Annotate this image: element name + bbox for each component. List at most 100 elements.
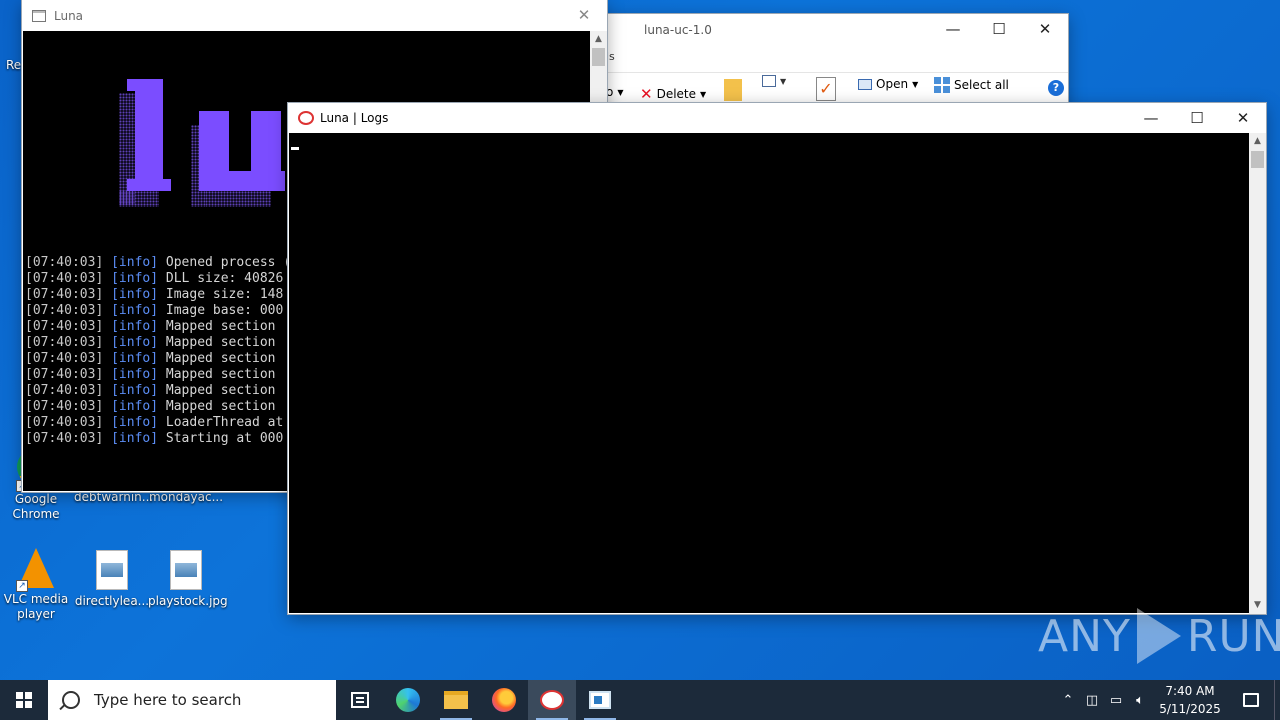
taskbar-search-box[interactable]: Type here to search [48, 680, 336, 720]
log-message: Image base: 000 [165, 303, 284, 318]
logs-titlebar[interactable]: Luna | Logs — ☐ ✕ [288, 103, 1266, 132]
log-timestamp: [07:40:03] [25, 335, 104, 350]
logo-letter-l [127, 79, 171, 191]
delete-button[interactable]: ✕ Delete ▼ [640, 85, 706, 103]
desktop-icon-directlylea[interactable]: directlylea... [74, 550, 150, 609]
logo-shadow [205, 191, 271, 207]
meet-now-icon[interactable]: ◫ [1080, 693, 1104, 708]
file-explorer-window[interactable]: luna-uc-1.0 — ☐ ✕ ls ? o ▼ ✕ Delete ▼ ▼ ✓ O… [606, 14, 1068, 114]
taskbar-edge[interactable] [384, 680, 432, 720]
select-all-icon [934, 77, 950, 93]
dropdown-icon: ▼ [700, 89, 707, 99]
log-timestamp: [07:40:03] [25, 319, 104, 334]
console-app-icon [589, 691, 611, 709]
search-placeholder: Type here to search [94, 691, 242, 709]
log-timestamp: [07:40:03] [25, 255, 104, 270]
open-button[interactable]: Open ▼ [858, 77, 918, 91]
log-message: Opened process ( [165, 255, 292, 270]
luna-app-icon [540, 690, 564, 710]
log-level: [info] [111, 303, 159, 318]
close-button[interactable]: ✕ [561, 0, 607, 30]
anyrun-watermark: ANY RUN [1038, 608, 1280, 664]
firefox-icon [492, 688, 516, 712]
new-folder-icon[interactable] [724, 79, 742, 101]
taskbar-file-explorer[interactable] [432, 680, 480, 720]
scroll-up-icon[interactable]: ▲ [1249, 133, 1266, 150]
taskbar-console[interactable] [576, 680, 624, 720]
log-message: Mapped section [165, 351, 284, 366]
scrollbar-thumb[interactable] [592, 48, 605, 66]
log-level: [info] [111, 383, 159, 398]
logs-console-output[interactable] [289, 133, 1249, 613]
taskbar-luna[interactable] [528, 680, 576, 720]
delete-x-icon: ✕ [640, 85, 653, 103]
vertical-scrollbar[interactable]: ▲ ▼ [1249, 133, 1266, 614]
edge-icon [396, 688, 420, 712]
play-logo-icon [1136, 608, 1181, 664]
log-line: [07:40:03] [info] Opened process ( [25, 255, 291, 271]
ribbon-tab-partial[interactable]: ls [606, 50, 615, 63]
log-timestamp: [07:40:03] [25, 383, 104, 398]
desktop-icon-label: directlylea... [74, 594, 150, 608]
luna-titlebar[interactable]: Luna ✕ [22, 0, 607, 31]
taskbar: Type here to search ⌃ ◫ ▭ 🔈︎ 7:40 AM 5/1… [0, 680, 1280, 720]
log-timestamp: [07:40:03] [25, 287, 104, 302]
desktop-icon-mondayac[interactable]: mondayac... [148, 490, 224, 505]
window-title: Luna | Logs [320, 110, 389, 125]
select-all-button[interactable]: Select all [934, 77, 1009, 93]
close-button[interactable]: ✕ [1022, 14, 1068, 44]
clock-time: 7:40 AM [1165, 684, 1215, 698]
folder-icon [444, 691, 468, 709]
vlc-icon: ↗ [16, 548, 56, 592]
close-button[interactable]: ✕ [1220, 103, 1266, 133]
log-line: [07:40:03] [info] DLL size: 40826 [25, 271, 291, 287]
logo-letter-u [199, 111, 285, 191]
log-line: [07:40:03] [info] Image size: 148 [25, 287, 291, 303]
log-level: [info] [111, 367, 159, 382]
log-level: [info] [111, 399, 159, 414]
log-message: Mapped section [165, 319, 284, 334]
log-message: Mapped section [165, 335, 284, 350]
notifications-button[interactable] [1228, 693, 1274, 707]
task-view-icon [351, 692, 369, 708]
copy-to-icon[interactable]: ▼ [762, 75, 786, 87]
windows-logo-icon [16, 692, 32, 708]
start-button[interactable] [0, 680, 48, 720]
log-level: [info] [111, 415, 159, 430]
log-message: Mapped section [165, 367, 284, 382]
log-timestamp: [07:40:03] [25, 271, 104, 286]
task-view-button[interactable] [336, 680, 384, 720]
scroll-up-icon[interactable]: ▲ [590, 31, 607, 48]
chevron-up-icon[interactable]: ⌃ [1056, 693, 1080, 708]
dropdown-icon: ▼ [912, 79, 919, 89]
log-line: [07:40:03] [info] Starting at 000 [25, 431, 291, 447]
desktop-icon-playstock[interactable]: playstock.jpg [148, 550, 228, 609]
desktop-icon-debtwarning[interactable]: debtwarnin... [74, 490, 153, 505]
log-timestamp: [07:40:03] [25, 431, 104, 446]
move-to-button[interactable]: o ▼ [606, 85, 624, 99]
log-line: [07:40:03] [info] Mapped section [25, 399, 291, 415]
minimize-button[interactable]: — [930, 14, 976, 44]
window-title: luna-uc-1.0 [644, 23, 712, 37]
log-level: [info] [111, 319, 159, 334]
show-desktop-button[interactable] [1274, 680, 1280, 720]
maximize-button[interactable]: ☐ [1174, 103, 1220, 133]
log-timestamp: [07:40:03] [25, 415, 104, 430]
taskbar-firefox[interactable] [480, 680, 528, 720]
console-app-icon [32, 9, 46, 22]
maximize-button[interactable]: ☐ [976, 14, 1022, 44]
network-icon[interactable]: ▭ [1104, 693, 1128, 708]
properties-icon[interactable]: ✓ [816, 77, 836, 101]
clock[interactable]: 7:40 AM 5/11/2025 [1152, 682, 1228, 718]
log-line: [07:40:03] [info] Mapped section [25, 383, 291, 399]
explorer-titlebar[interactable]: luna-uc-1.0 — ☐ ✕ [606, 14, 1068, 46]
desktop-icon-vlc[interactable]: ↗ VLC media player [0, 548, 74, 622]
minimize-button[interactable]: — [1128, 103, 1174, 133]
volume-icon[interactable]: 🔈︎ [1128, 693, 1152, 708]
ribbon-tabs: ls ? [606, 46, 1068, 96]
luna-logs-window[interactable]: Luna | Logs — ☐ ✕ ▲ ▼ [288, 103, 1266, 614]
log-level: [info] [111, 351, 159, 366]
log-level: [info] [111, 287, 159, 302]
scrollbar-thumb[interactable] [1251, 151, 1264, 168]
log-message: Image size: 148 [165, 287, 284, 302]
